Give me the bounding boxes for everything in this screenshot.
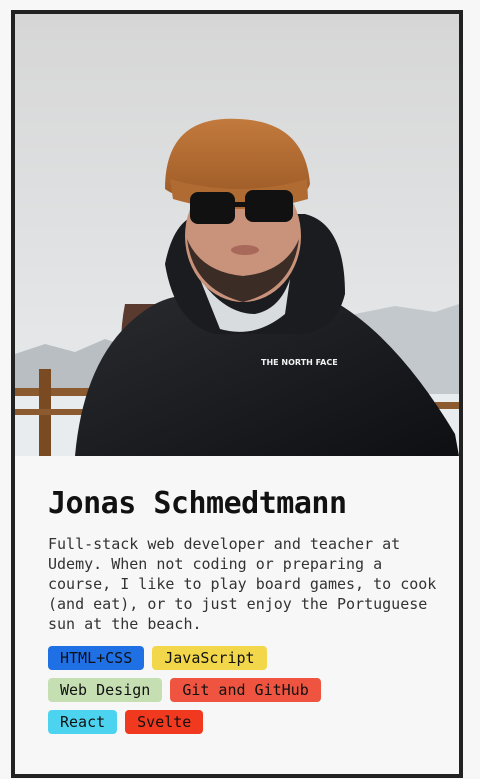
photo-logo-text: THE NORTH FACE [261, 358, 338, 367]
skill-list: HTML+CSS JavaScript Web Design Git and G… [48, 646, 348, 734]
profile-name: Jonas Schmedtmann [48, 486, 347, 521]
profile-bio: Full-stack web developer and teacher at … [48, 535, 437, 633]
profile-card: THE NORTH FACE Jonas Schmedtmann Full-st… [11, 10, 463, 778]
profile-content: Jonas Schmedtmann Full-stack web develop… [48, 486, 438, 734]
skill-tag-svelte: Svelte [125, 710, 204, 734]
skill-tag-web-design: Web Design [48, 678, 163, 702]
avatar: THE NORTH FACE [15, 14, 459, 456]
skill-tag-javascript: JavaScript [152, 646, 267, 670]
skill-tag-html-css: HTML+CSS [48, 646, 145, 670]
skill-tag-git-github: Git and GitHub [170, 678, 321, 702]
skill-tag-react: React [48, 710, 118, 734]
